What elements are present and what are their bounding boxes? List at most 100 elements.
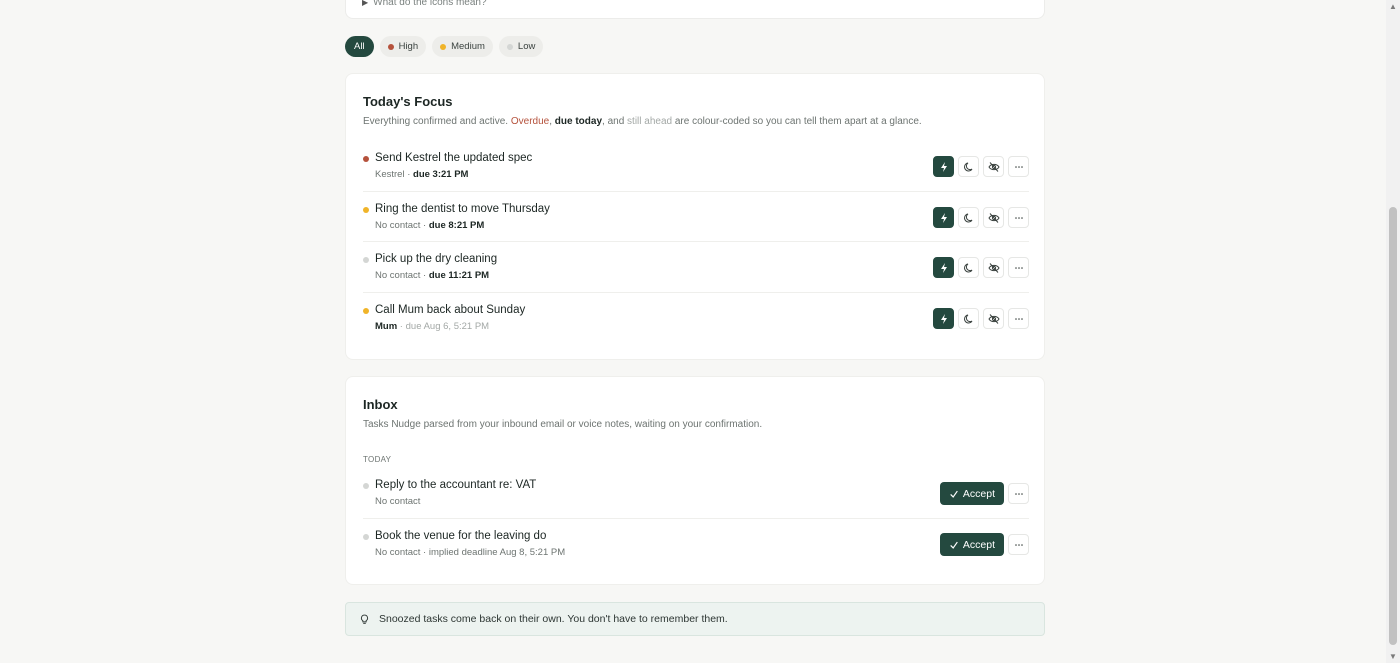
- task-title: Send Kestrel the updated spec: [375, 152, 533, 164]
- focus-button[interactable]: [933, 156, 954, 177]
- todays-focus-card: Today's Focus Everything confirmed and a…: [345, 73, 1045, 360]
- task-actions: [933, 257, 1029, 278]
- focus-button[interactable]: [933, 207, 954, 228]
- more-icon: [1014, 317, 1023, 320]
- high-priority-dot-icon: [387, 43, 394, 50]
- task-meta: No contact: [375, 496, 421, 507]
- task-title: Call Mum back about Sunday: [375, 304, 526, 316]
- more-button[interactable]: [1008, 207, 1029, 228]
- accept-label: Accept: [962, 538, 995, 551]
- more-icon: [1014, 216, 1023, 219]
- low-priority-dot-icon: [506, 43, 513, 50]
- moon-icon: [963, 314, 972, 323]
- filter-all[interactable]: All: [345, 36, 374, 57]
- more-icon: [1014, 543, 1023, 546]
- inbox-description: Tasks Nudge parsed from your inbound ema…: [363, 419, 763, 430]
- more-icon: [1014, 492, 1023, 495]
- filter-low[interactable]: Low: [498, 36, 544, 57]
- lightning-icon: [940, 212, 947, 223]
- filter-label: All: [354, 41, 365, 52]
- check-icon: [950, 490, 958, 498]
- task-actions: [933, 156, 1029, 177]
- task-title: Pick up the dry cleaning: [375, 253, 498, 265]
- more-icon: [1014, 165, 1023, 168]
- task-title: Book the venue for the leaving do: [375, 530, 547, 542]
- lightning-icon: [940, 262, 947, 273]
- focus-task-row[interactable]: Ring the dentist to move Thursday No con…: [363, 191, 1029, 241]
- scrollbar[interactable]: ▲ ▼: [1386, 0, 1400, 663]
- moon-icon: [963, 263, 972, 272]
- priority-filters: All High Medium Low: [345, 36, 544, 57]
- moon-icon: [963, 213, 972, 222]
- hide-button[interactable]: [983, 207, 1004, 228]
- accept-button[interactable]: Accept: [939, 533, 1004, 556]
- disclosure-label: What do the icons mean?: [373, 0, 487, 8]
- task-meta: Mum · due Aug 6, 5:21 PM: [375, 321, 490, 332]
- task-actions: [933, 308, 1029, 329]
- low-priority-dot-icon: [363, 534, 369, 540]
- more-button[interactable]: [1008, 534, 1029, 555]
- focus-title: Today's Focus: [363, 94, 453, 109]
- eye-off-icon: [987, 212, 1000, 223]
- focus-button[interactable]: [933, 308, 954, 329]
- task-meta: No contact · implied deadline Aug 8, 5:2…: [375, 547, 566, 558]
- section-label-today: TODAY: [363, 455, 392, 464]
- more-icon: [1014, 266, 1023, 269]
- snooze-button[interactable]: [958, 308, 979, 329]
- hide-button[interactable]: [983, 308, 1004, 329]
- accept-label: Accept: [962, 487, 995, 500]
- high-priority-dot-icon: [363, 156, 369, 162]
- icon-help-disclosure[interactable]: ▶ What do the icons mean?: [362, 0, 487, 8]
- task-meta: No contact · due 8:21 PM: [375, 220, 485, 231]
- focus-task-row[interactable]: Pick up the dry cleaning No contact · du…: [363, 241, 1029, 291]
- medium-priority-dot-icon: [363, 207, 369, 213]
- more-button[interactable]: [1008, 257, 1029, 278]
- medium-priority-dot-icon: [440, 43, 447, 50]
- moon-icon: [963, 162, 972, 171]
- filter-label: High: [398, 41, 419, 52]
- low-priority-dot-icon: [363, 483, 369, 489]
- filter-medium[interactable]: Medium: [432, 36, 493, 57]
- inbox-card: Inbox Tasks Nudge parsed from your inbou…: [345, 376, 1045, 585]
- lightning-icon: [940, 161, 947, 172]
- task-actions: Accept: [939, 533, 1029, 556]
- lightbulb-icon: [361, 614, 368, 624]
- filter-high[interactable]: High: [379, 36, 427, 57]
- scroll-down-arrow-icon[interactable]: ▼: [1389, 652, 1397, 661]
- scroll-up-arrow-icon[interactable]: ▲: [1389, 2, 1397, 11]
- inbox-task-row[interactable]: Book the venue for the leaving do No con…: [363, 518, 1029, 568]
- eye-off-icon: [987, 161, 1000, 172]
- check-icon: [950, 541, 958, 549]
- task-title: Ring the dentist to move Thursday: [375, 203, 550, 215]
- snooze-tip-banner: Snoozed tasks come back on their own. Yo…: [345, 602, 1045, 636]
- snooze-button[interactable]: [958, 156, 979, 177]
- inbox-task-row[interactable]: Reply to the accountant re: VAT No conta…: [363, 468, 1029, 518]
- medium-priority-dot-icon: [363, 308, 369, 314]
- focus-task-row[interactable]: Call Mum back about Sunday Mum · due Aug…: [363, 292, 1029, 342]
- disclosure-triangle-icon: ▶: [362, 0, 369, 7]
- task-meta: No contact · due 11:21 PM: [375, 270, 490, 281]
- task-title: Reply to the accountant re: VAT: [375, 479, 537, 491]
- hide-button[interactable]: [983, 156, 1004, 177]
- lightning-icon: [940, 313, 947, 324]
- more-button[interactable]: [1008, 483, 1029, 504]
- icon-help-card: ▶ What do the icons mean?: [345, 0, 1045, 19]
- scrollbar-thumb[interactable]: [1389, 207, 1397, 645]
- hide-button[interactable]: [983, 257, 1004, 278]
- more-button[interactable]: [1008, 308, 1029, 329]
- task-actions: Accept: [939, 482, 1029, 505]
- more-button[interactable]: [1008, 156, 1029, 177]
- eye-off-icon: [987, 313, 1000, 324]
- snooze-button[interactable]: [958, 207, 979, 228]
- accept-button[interactable]: Accept: [939, 482, 1004, 505]
- eye-off-icon: [987, 262, 1000, 273]
- focus-button[interactable]: [933, 257, 954, 278]
- tip-text: Snoozed tasks come back on their own. Yo…: [379, 613, 728, 625]
- focus-task-row[interactable]: Send Kestrel the updated spec Kestrel · …: [363, 141, 1029, 191]
- task-actions: [933, 207, 1029, 228]
- inbox-title: Inbox: [363, 397, 398, 412]
- filter-label: Medium: [451, 41, 485, 52]
- snooze-button[interactable]: [958, 257, 979, 278]
- task-meta: Kestrel · due 3:21 PM: [375, 169, 469, 180]
- focus-description: Everything confirmed and active. Overdue…: [363, 116, 922, 127]
